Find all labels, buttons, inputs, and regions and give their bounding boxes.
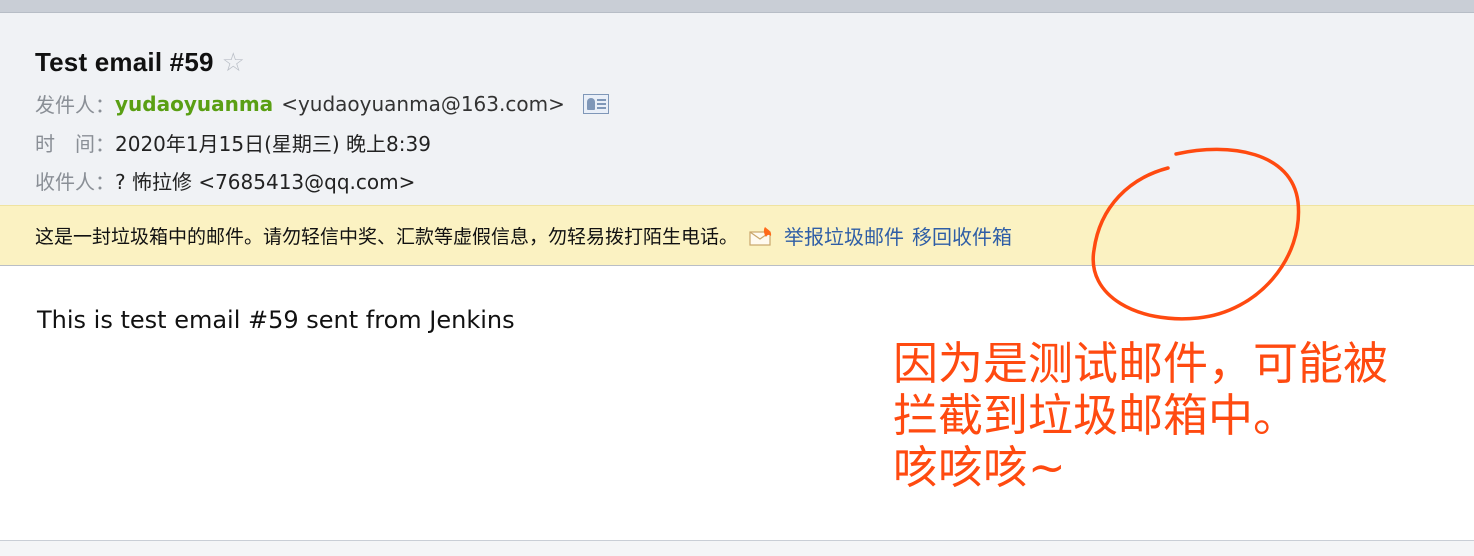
from-label: 发件人： <box>35 93 115 117</box>
sender-name[interactable]: yudaoyuanma <box>115 92 273 116</box>
top-toolbar-strip <box>0 0 1474 13</box>
time-value: 2020年1月15日(星期三) 晚上8:39 <box>115 132 431 156</box>
email-subject: Test email #59 <box>35 47 214 77</box>
to-label: 收件人： <box>35 170 115 194</box>
email-body: This is test email #59 sent from Jenkins <box>37 306 515 334</box>
star-icon[interactable]: ☆ <box>222 48 245 78</box>
time-row: 时 间： 2020年1月15日(星期三) 晚上8:39 <box>35 128 431 157</box>
report-spam-link[interactable]: 举报垃圾邮件 <box>784 221 904 250</box>
bottom-strip <box>0 541 1474 556</box>
time-label: 时 间： <box>35 132 115 156</box>
contact-card-icon[interactable] <box>582 93 609 114</box>
spam-warning-bar: 这是一封垃圾箱中的邮件。请勿轻信中奖、汇款等虚假信息，勿轻易拨打陌生电话。 举报… <box>0 205 1474 266</box>
email-header: Test email #59 ☆ 发件人： yudaoyuanma <yudao… <box>0 13 1474 205</box>
sender-email: <yudaoyuanma@163.com> <box>281 91 565 116</box>
to-row: 收件人： ? 怖拉修 <7685413@qq.com> <box>35 166 415 195</box>
recipient[interactable]: ? 怖拉修 <7685413@qq.com> <box>115 166 415 195</box>
move-to-inbox-link[interactable]: 移回收件箱 <box>912 221 1012 250</box>
spam-warning-text: 这是一封垃圾箱中的邮件。请勿轻信中奖、汇款等虚假信息，勿轻易拨打陌生电话。 <box>35 226 739 248</box>
from-row: 发件人： yudaoyuanma <yudaoyuanma@163.com> <box>35 89 609 118</box>
report-spam-icon[interactable] <box>748 226 774 246</box>
annotation-text: 因为是测试邮件，可能被 拦截到垃圾邮箱中。 咳咳咳~ <box>893 337 1389 494</box>
email-subject-row: Test email #59 ☆ <box>35 47 245 78</box>
